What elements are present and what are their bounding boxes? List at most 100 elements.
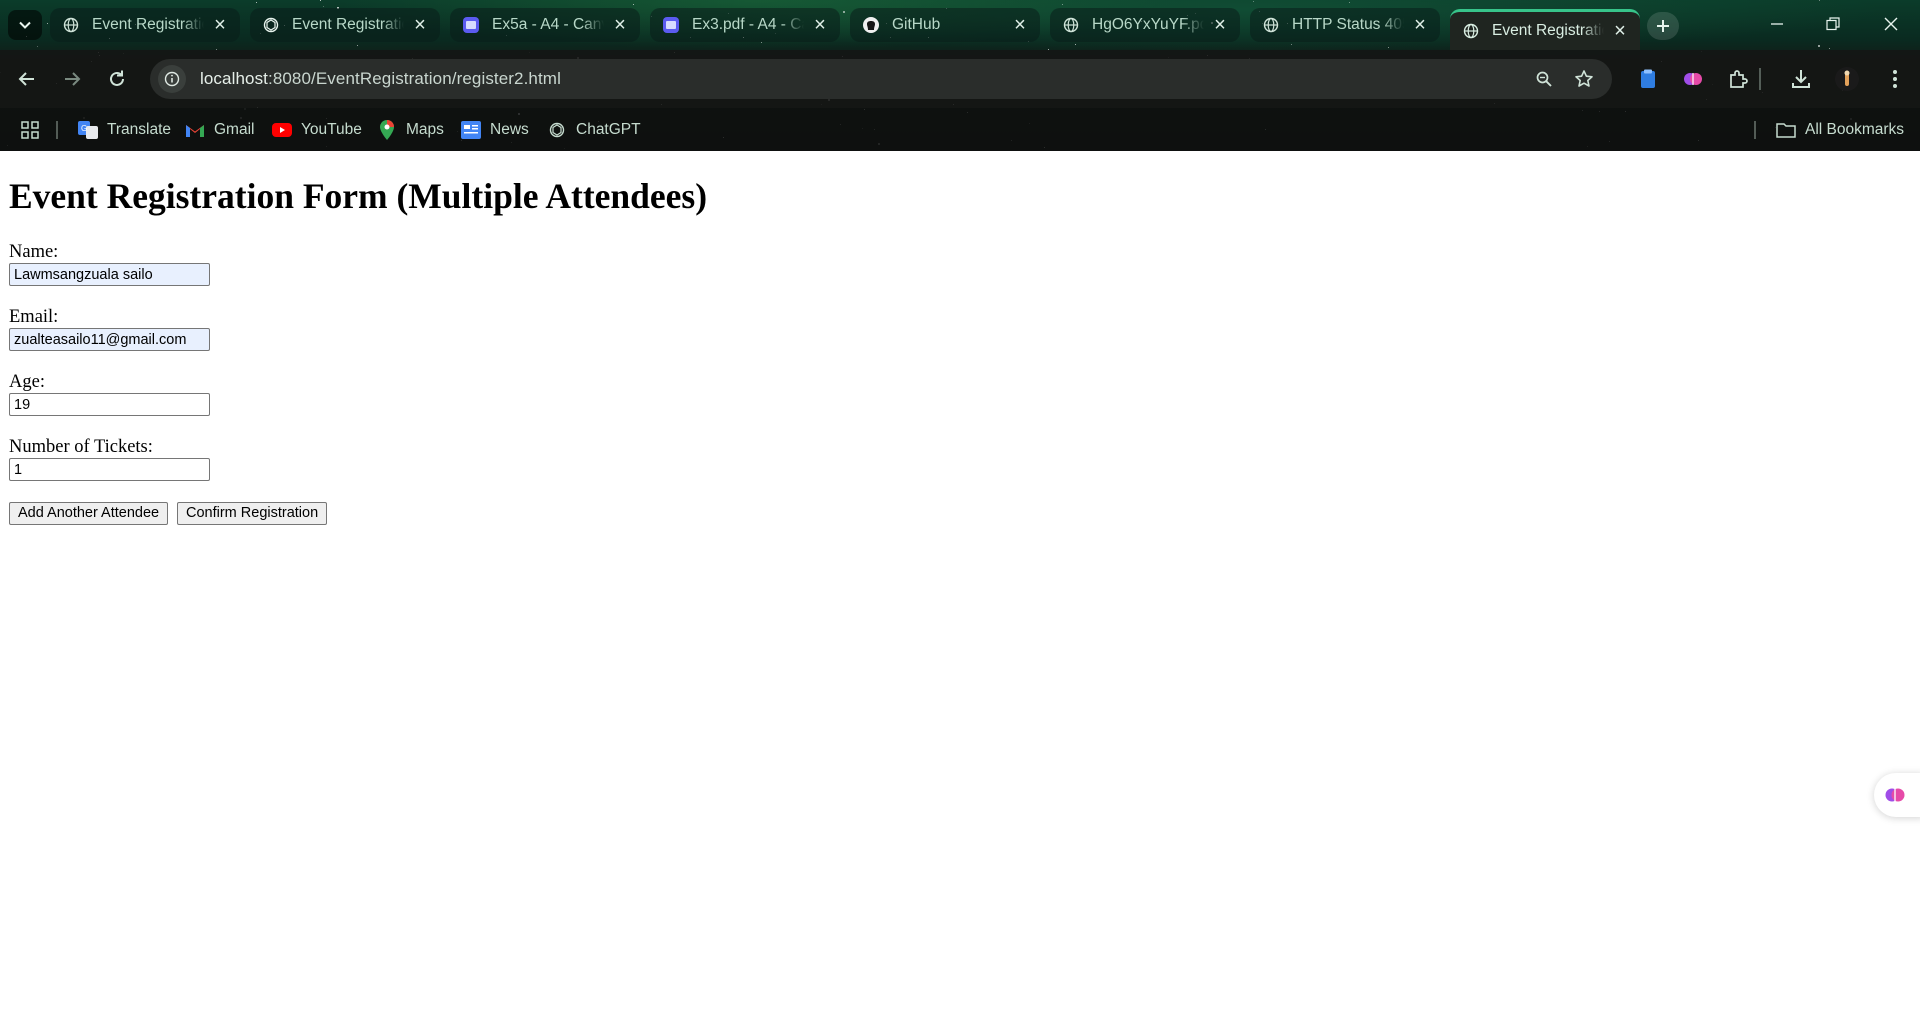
close-icon[interactable]: × <box>1610 20 1630 42</box>
bookmark-star-icon[interactable] <box>1570 65 1598 93</box>
page-content: Event Registration Form (Multiple Attend… <box>0 151 1920 1020</box>
globe-icon <box>1062 16 1080 34</box>
url-text[interactable]: localhost:8080/EventRegistration/registe… <box>200 69 561 89</box>
tab-search-button[interactable] <box>8 10 42 40</box>
youtube-icon <box>272 121 292 139</box>
email-input[interactable] <box>9 328 210 351</box>
reload-icon <box>110 70 124 86</box>
profile-avatar[interactable] <box>1832 64 1862 94</box>
add-attendee-button[interactable]: Add Another Attendee <box>9 502 169 525</box>
plus-icon <box>1657 20 1669 32</box>
folder-icon <box>1776 121 1796 139</box>
tab-title: HTTP Status 405 <box>1292 16 1404 33</box>
tab-5[interactable]: HgO6YxYuYF.pdf × <box>1050 8 1240 42</box>
bookmarks-divider-right <box>1754 117 1758 143</box>
floating-extension-button[interactable] <box>1874 773 1920 817</box>
close-icon[interactable]: × <box>210 14 230 36</box>
tab-title: Ex5a - A4 - Canva <box>492 16 604 33</box>
tab-title: HgO6YxYuYF.pdf <box>1092 16 1204 33</box>
globe-icon <box>1262 16 1280 34</box>
extensions-puzzle-icon[interactable] <box>1723 64 1753 94</box>
back-arrow-icon <box>18 72 34 86</box>
bookmark-chatgpt[interactable]: ChatGPT <box>547 117 641 143</box>
news-icon <box>461 121 481 139</box>
minimize-icon <box>1771 23 1783 25</box>
close-icon[interactable]: × <box>410 14 430 36</box>
bookmark-label: Maps <box>406 121 444 138</box>
bookmarks-bar: G Translate Gmail YouTube Maps News Chat… <box>0 108 1920 151</box>
chatgpt-icon <box>262 16 280 34</box>
toolbar: localhost:8080/EventRegistration/registe… <box>0 50 1920 108</box>
page-title: Event Registration Form (Multiple Attend… <box>9 176 708 216</box>
bookmark-label: Translate <box>107 121 172 138</box>
url-host: localhost <box>200 69 268 88</box>
site-info-icon[interactable] <box>158 65 186 93</box>
close-window-icon <box>1884 17 1898 31</box>
bookmark-label: YouTube <box>301 121 362 138</box>
chevron-down-icon <box>19 21 31 29</box>
back-button[interactable] <box>12 64 42 94</box>
forward-button[interactable] <box>57 64 87 94</box>
confirm-registration-button[interactable]: Confirm Registration <box>177 502 328 525</box>
name-input[interactable] <box>9 263 210 286</box>
github-icon <box>862 16 880 34</box>
bookmark-label: ChatGPT <box>576 121 641 138</box>
extension-clipboard-icon[interactable] <box>1633 64 1663 94</box>
bookmarks-divider <box>56 117 60 143</box>
bookmark-label: Gmail <box>214 121 255 138</box>
tab-3[interactable]: Ex3.pdf - A4 - Canva × <box>650 8 840 42</box>
bookmark-youtube[interactable]: YouTube <box>272 117 362 143</box>
email-label: Email: <box>9 307 59 327</box>
bookmark-maps[interactable]: Maps <box>377 117 444 143</box>
age-input[interactable] <box>9 393 210 416</box>
close-icon[interactable]: × <box>810 14 830 36</box>
tab-title: GitHub <box>892 16 941 33</box>
tab-title: Ex3.pdf - A4 - Canva <box>692 16 804 33</box>
zoom-icon[interactable] <box>1530 65 1558 93</box>
canva-icon <box>462 16 480 34</box>
name-label: Name: <box>9 242 59 262</box>
gmail-icon <box>185 121 205 139</box>
reload-button[interactable] <box>102 64 132 94</box>
tab-strip: Event Registration × Event Registration … <box>0 0 1920 50</box>
url-path: :8080/EventRegistration/register2.html <box>268 69 561 88</box>
apps-grid-button[interactable] <box>20 117 49 143</box>
maps-icon <box>377 120 397 140</box>
age-label: Age: <box>9 372 45 392</box>
bookmark-gmail[interactable]: Gmail <box>185 117 254 143</box>
tab-title: Event Registration <box>92 16 204 33</box>
menu-kebab-icon[interactable] <box>1880 64 1910 94</box>
globe-icon <box>62 16 80 34</box>
bookmark-label: News <box>490 121 529 138</box>
tab-1[interactable]: Event Registration × <box>250 8 440 42</box>
toolbar-divider <box>1756 64 1764 94</box>
tab-4[interactable]: GitHub × <box>850 8 1040 42</box>
minimize-button[interactable] <box>1761 12 1793 36</box>
all-bookmarks-button[interactable]: All Bookmarks <box>1776 117 1904 143</box>
close-window-button[interactable] <box>1875 12 1907 36</box>
tickets-input[interactable] <box>9 458 210 481</box>
brain-icon <box>1885 788 1905 802</box>
restore-icon <box>1826 17 1840 31</box>
close-icon[interactable]: × <box>1210 14 1230 36</box>
restore-button[interactable] <box>1817 12 1849 36</box>
translate-icon: G <box>78 121 98 139</box>
tab-6[interactable]: HTTP Status 405 × <box>1250 8 1440 42</box>
close-icon[interactable]: × <box>1010 14 1030 36</box>
close-icon[interactable]: × <box>1410 14 1430 36</box>
tab-0[interactable]: Event Registration × <box>50 8 240 42</box>
download-icon[interactable] <box>1786 64 1816 94</box>
svg-text:G: G <box>81 124 87 133</box>
address-bar[interactable]: localhost:8080/EventRegistration/registe… <box>150 59 1612 99</box>
tab-title: Event Registration <box>1492 22 1604 39</box>
forward-arrow-icon <box>65 72 81 86</box>
close-icon[interactable]: × <box>610 14 630 36</box>
new-tab-button[interactable] <box>1647 12 1679 40</box>
tab-7-active[interactable]: Event Registration × <box>1450 9 1640 50</box>
bookmark-news[interactable]: News <box>461 117 529 143</box>
chatgpt-icon <box>547 121 567 139</box>
extension-brain-icon[interactable] <box>1678 64 1708 94</box>
apps-grid-icon <box>20 121 40 139</box>
bookmark-translate[interactable]: G Translate <box>78 117 171 143</box>
tab-2[interactable]: Ex5a - A4 - Canva × <box>450 8 640 42</box>
